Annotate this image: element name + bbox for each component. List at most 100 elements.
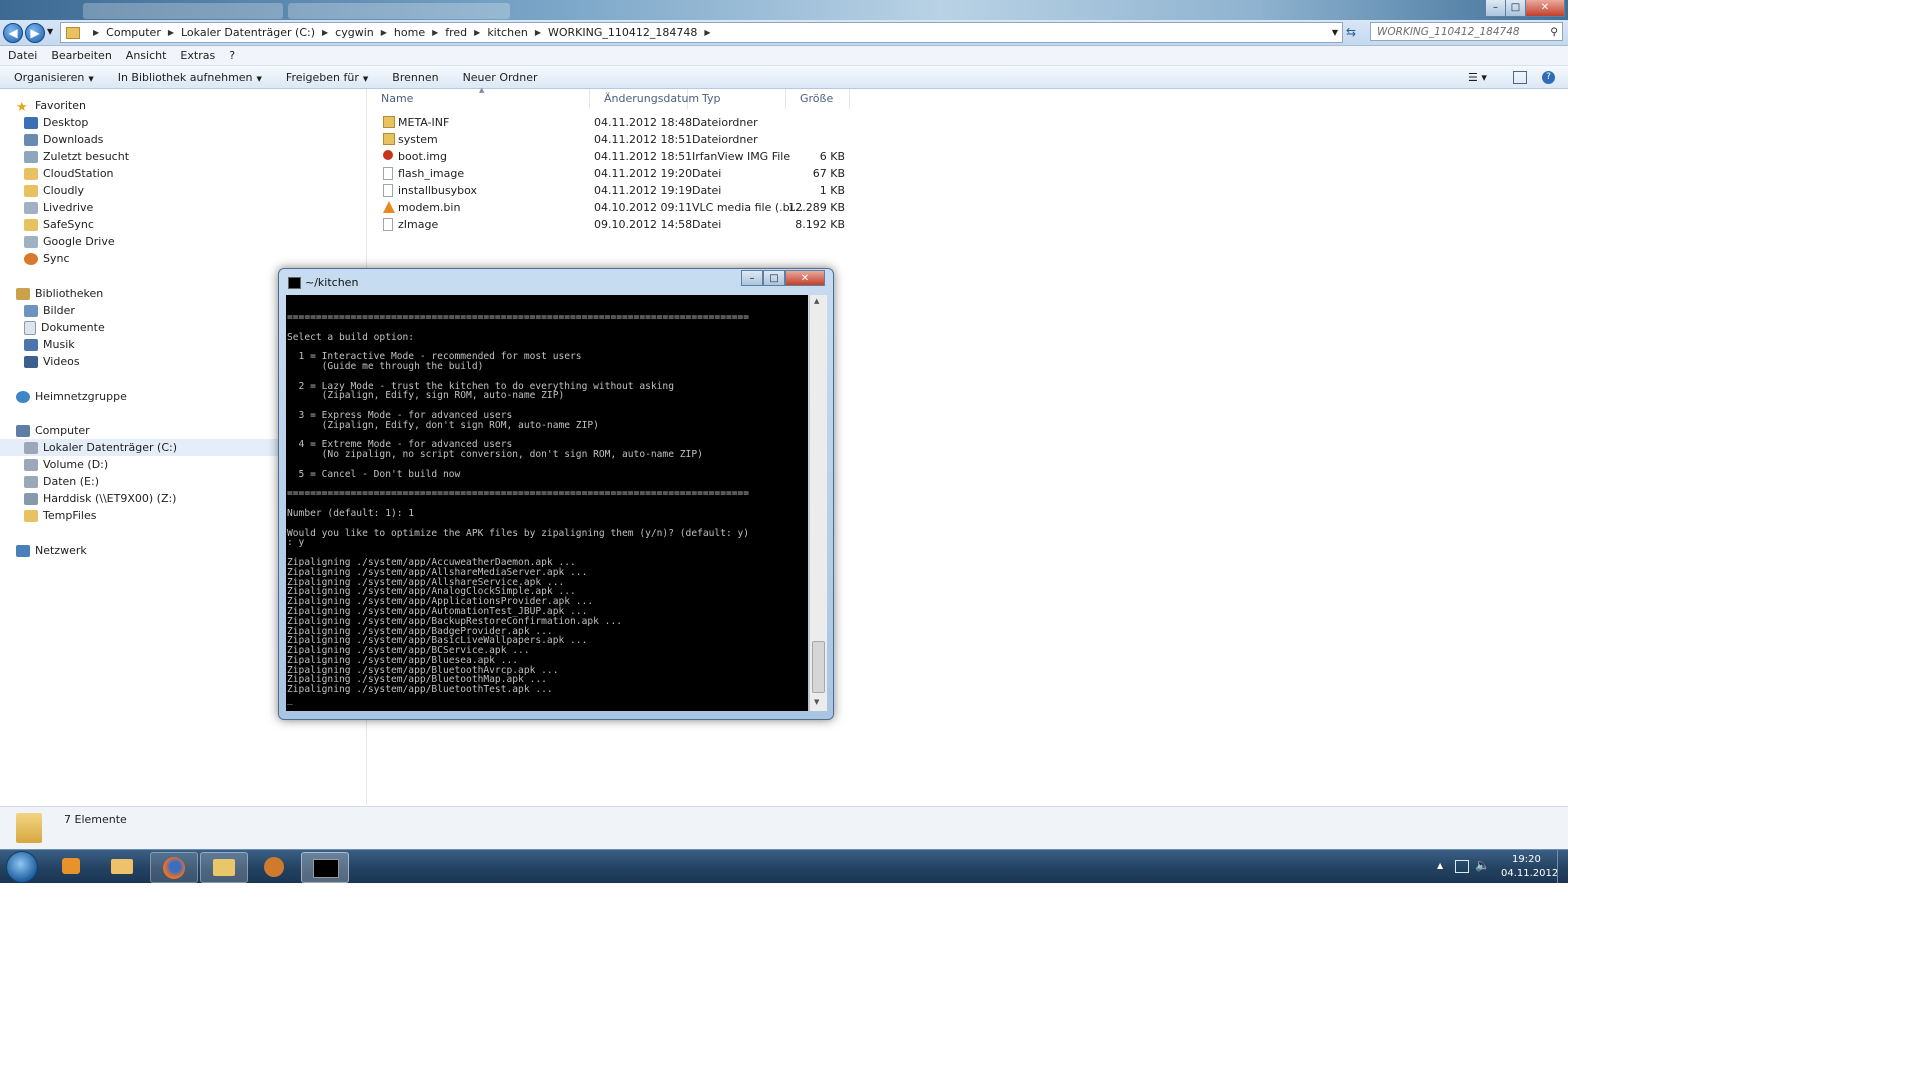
- taskbar-media-player[interactable]: [48, 852, 94, 881]
- help-icon[interactable]: ?: [1542, 70, 1555, 84]
- menu-datei[interactable]: Datei: [8, 49, 37, 62]
- back-button[interactable]: ◀: [3, 23, 23, 43]
- mail-icon: [111, 859, 133, 874]
- add-to-library-button[interactable]: In Bibliothek aufnehmen ▼: [118, 71, 262, 84]
- music-icon: [24, 338, 38, 351]
- scroll-thumb[interactable]: [812, 641, 825, 693]
- background-tab: [288, 3, 510, 19]
- taskbar-firefox[interactable]: [150, 852, 198, 883]
- close-button[interactable]: ✕: [1525, 0, 1565, 17]
- sidebar-item-cloudstation[interactable]: CloudStation: [24, 165, 114, 182]
- folder-icon: [24, 167, 38, 180]
- file-row[interactable]: flash_image 04.11.2012 19:20 Datei 67 KB: [381, 165, 851, 182]
- breadcrumb-fred[interactable]: fred ▶: [445, 26, 487, 39]
- item-count: 7 Elemente: [64, 813, 127, 826]
- breadcrumb-computer[interactable]: Computer ▶: [106, 26, 181, 39]
- share-button[interactable]: Freigeben für ▼: [286, 71, 368, 84]
- console-minimize-button[interactable]: –: [741, 270, 763, 286]
- app-icon: [264, 857, 284, 877]
- taskbar-mail[interactable]: [99, 852, 145, 881]
- scroll-down-icon[interactable]: ▼: [814, 698, 819, 706]
- column-type[interactable]: Typ: [688, 89, 786, 109]
- clock-date[interactable]: 04.11.2012: [1501, 868, 1558, 879]
- file-row[interactable]: zImage 09.10.2012 14:58 Datei 8.192 KB: [381, 216, 851, 233]
- search-input[interactable]: WORKING_110412_184748 durchsuchen ⚲: [1370, 22, 1563, 57]
- sidebar-item-drive-d[interactable]: Volume (D:): [24, 456, 108, 473]
- sidebar-computer[interactable]: Computer: [16, 422, 90, 439]
- folder-icon: [24, 184, 38, 197]
- firefox-icon: [163, 857, 185, 879]
- taskbar-explorer[interactable]: [200, 852, 248, 883]
- sidebar-item-livedrive[interactable]: Livedrive: [24, 199, 93, 216]
- sidebar-item-desktop[interactable]: Desktop: [24, 114, 88, 131]
- breadcrumb-working[interactable]: WORKING_110412_184748 ▶: [548, 26, 718, 39]
- file-row[interactable]: installbusybox 04.11.2012 19:19 Datei 1 …: [381, 182, 851, 199]
- network-tray-icon[interactable]: [1455, 860, 1469, 873]
- tray-arrow-icon[interactable]: ▲: [1437, 861, 1443, 870]
- maximize-button[interactable]: □: [1505, 0, 1526, 17]
- volume-tray-icon[interactable]: 🔈: [1475, 858, 1490, 872]
- console-output[interactable]: ========================================…: [286, 295, 808, 711]
- file-row[interactable]: system 04.11.2012 18:51 Dateiordner: [381, 131, 851, 148]
- console-close-button[interactable]: ✕: [785, 270, 825, 286]
- file-row[interactable]: modem.bin 04.10.2012 09:11 VLC media fil…: [381, 199, 851, 216]
- sidebar-item-downloads[interactable]: Downloads: [24, 131, 103, 148]
- sidebar-item-tempfiles[interactable]: TempFiles: [24, 507, 96, 524]
- sidebar-item-videos[interactable]: Videos: [24, 353, 80, 370]
- column-size[interactable]: Größe: [786, 89, 850, 109]
- scroll-up-icon[interactable]: ▲: [814, 297, 819, 305]
- pictures-icon: [24, 304, 38, 317]
- sidebar-item-google-drive[interactable]: Google Drive: [24, 233, 115, 250]
- recent-places-icon: [24, 150, 38, 163]
- address-row: ◀ ▶ ▼ ▶ Computer ▶ Lokaler Datenträger (C…: [0, 20, 1568, 57]
- sidebar-homegroup[interactable]: Heimnetzgruppe: [16, 388, 127, 405]
- sidebar-network[interactable]: Netzwerk: [16, 542, 87, 559]
- address-dropdown-icon[interactable]: ▼: [1332, 28, 1338, 37]
- sidebar-item-cloudly[interactable]: Cloudly: [24, 182, 84, 199]
- sidebar-item-drive-c[interactable]: Lokaler Datenträger (C:): [0, 439, 280, 456]
- burn-button[interactable]: Brennen: [392, 71, 438, 84]
- console-maximize-button[interactable]: □: [763, 270, 785, 286]
- sidebar-item-musik[interactable]: Musik: [24, 336, 75, 353]
- sidebar-item-bilder[interactable]: Bilder: [24, 302, 75, 319]
- start-button[interactable]: [6, 851, 38, 883]
- sidebar-favorites[interactable]: ★ Favoriten: [16, 97, 86, 115]
- taskbar-console[interactable]: [301, 852, 349, 883]
- breadcrumb-drive-c[interactable]: Lokaler Datenträger (C:) ▶: [181, 26, 335, 39]
- console-window[interactable]: ~/kitchen – □ ✕ ========================…: [278, 268, 834, 720]
- menu-ansicht[interactable]: Ansicht: [126, 49, 167, 62]
- breadcrumb-kitchen[interactable]: kitchen ▶: [487, 26, 548, 39]
- file-icon: [383, 167, 393, 180]
- history-dropdown-icon[interactable]: ▼: [47, 27, 53, 36]
- sidebar-item-drive-z[interactable]: Harddisk (\\ET9X00) (Z:): [24, 490, 176, 507]
- organize-button[interactable]: Organisieren ▼: [14, 71, 94, 84]
- breadcrumb-home[interactable]: home ▶: [394, 26, 445, 39]
- sidebar-item-sync[interactable]: Sync: [24, 250, 70, 267]
- sidebar-item-recent[interactable]: Zuletzt besucht: [24, 148, 129, 165]
- file-row[interactable]: boot.img 04.11.2012 18:51 IrfanView IMG …: [381, 148, 851, 165]
- taskbar-app[interactable]: [251, 852, 297, 881]
- minimize-button[interactable]: –: [1485, 0, 1506, 17]
- window-titlebar: – □ ✕: [0, 0, 1568, 20]
- show-desktop-button[interactable]: [1557, 850, 1569, 883]
- menu-extras[interactable]: Extras: [180, 49, 215, 62]
- sidebar-item-drive-e[interactable]: Daten (E:): [24, 473, 99, 490]
- view-options-icon[interactable]: ☰ ▾: [1468, 71, 1487, 84]
- sidebar-item-dokumente[interactable]: Dokumente: [24, 319, 105, 336]
- menu-help[interactable]: ?: [229, 49, 235, 62]
- drive-icon: [24, 235, 38, 248]
- clock-time[interactable]: 19:20: [1512, 854, 1541, 865]
- new-folder-button[interactable]: Neuer Ordner: [463, 71, 538, 84]
- column-date[interactable]: Änderungsdatum: [590, 89, 699, 109]
- file-row[interactable]: META-INF 04.11.2012 18:48 Dateiordner: [381, 114, 851, 131]
- console-scrollbar[interactable]: ▲ ▼: [809, 295, 827, 711]
- menu-bearbeiten[interactable]: Bearbeiten: [51, 49, 111, 62]
- sidebar-libraries[interactable]: Bibliotheken: [16, 285, 103, 302]
- forward-button[interactable]: ▶: [25, 23, 45, 43]
- refresh-icon[interactable]: ⇆: [1346, 25, 1356, 39]
- background-tab: [83, 3, 283, 19]
- breadcrumb-cygwin[interactable]: cygwin ▶: [335, 26, 394, 39]
- preview-pane-icon[interactable]: [1513, 70, 1527, 84]
- sidebar-item-safesync[interactable]: SafeSync: [24, 216, 94, 233]
- address-bar[interactable]: ▶ Computer ▶ Lokaler Datenträger (C:) ▶ cy…: [60, 22, 1343, 43]
